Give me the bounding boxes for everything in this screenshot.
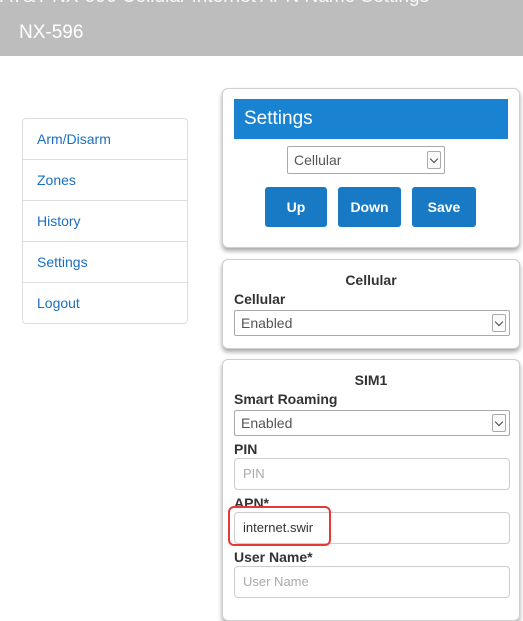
down-button[interactable]: Down	[338, 187, 401, 227]
sidebar-nav: Arm/Disarm Zones History Settings Logout	[22, 118, 188, 324]
nav-item-arm-disarm[interactable]: Arm/Disarm	[23, 119, 187, 160]
pin-label: PIN	[234, 441, 258, 457]
nav-item-settings[interactable]: Settings	[23, 242, 187, 283]
username-label: User Name*	[234, 549, 313, 565]
up-button[interactable]: Up	[265, 187, 327, 227]
pin-input[interactable]: PIN	[234, 458, 510, 490]
chevron-down-icon	[492, 314, 506, 332]
cellular-select-value: Enabled	[241, 315, 293, 331]
cellular-field-label: Cellular	[234, 291, 286, 307]
settings-card: Settings Cellular Up Down Save	[222, 88, 520, 248]
apn-highlight-box	[228, 506, 331, 546]
device-title: NX-596	[19, 22, 84, 43]
smart-roaming-label: Smart Roaming	[234, 391, 338, 407]
sim1-section-title: SIM1	[354, 372, 388, 388]
section-select-value: Cellular	[294, 152, 342, 168]
nav-item-logout[interactable]: Logout	[23, 283, 187, 323]
username-input[interactable]: User Name	[234, 566, 510, 598]
smart-roaming-value: Enabled	[241, 415, 293, 431]
sim1-card: SIM1 Smart Roaming Enabled PIN PIN APN* …	[222, 359, 520, 621]
cropped-title-text: AT&T NX-596 Cellular Internet APN Name S…	[0, 0, 523, 8]
cellular-select[interactable]: Enabled	[234, 310, 510, 336]
cellular-section-title: Cellular	[345, 272, 397, 288]
chevron-down-icon	[492, 414, 506, 432]
settings-header: Settings	[234, 99, 508, 139]
chevron-down-icon	[427, 151, 441, 169]
nav-item-zones[interactable]: Zones	[23, 160, 187, 201]
cellular-card: Cellular Cellular Enabled	[222, 259, 520, 349]
section-select[interactable]: Cellular	[287, 146, 445, 174]
nav-item-history[interactable]: History	[23, 201, 187, 242]
save-button[interactable]: Save	[412, 187, 476, 227]
top-bar: AT&T NX-596 Cellular Internet APN Name S…	[0, 0, 523, 56]
smart-roaming-select[interactable]: Enabled	[234, 410, 510, 436]
